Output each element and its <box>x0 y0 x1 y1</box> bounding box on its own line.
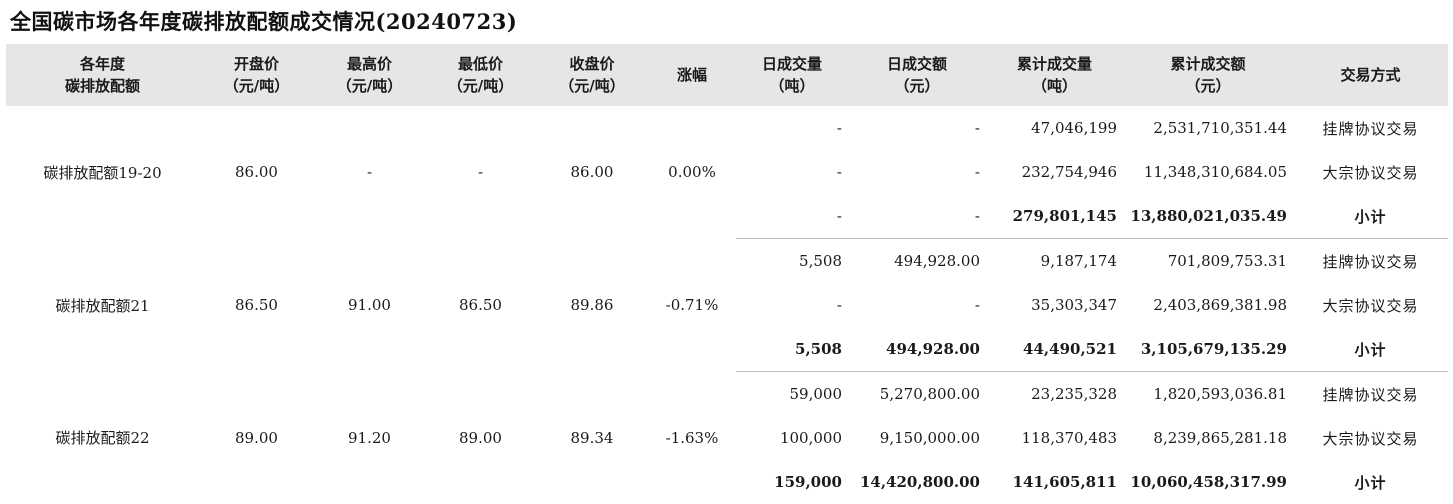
day-amount: - <box>848 106 986 150</box>
col-header-change: 涨幅 <box>648 44 736 106</box>
day-volume: - <box>736 106 848 150</box>
change-pct: 0.00% <box>648 106 736 239</box>
trade-method: 挂牌协议交易 <box>1293 372 1448 417</box>
cum-amount: 11,348,310,684.05 <box>1123 150 1293 194</box>
day-amount: 9,150,000.00 <box>848 416 986 460</box>
trade-method: 挂牌协议交易 <box>1293 239 1448 284</box>
col-header-close: 收盘价（元/吨） <box>536 44 648 106</box>
cum-amount: 10,060,458,317.99 <box>1123 460 1293 504</box>
col-header-quota: 各年度碳排放配额 <box>6 44 199 106</box>
day-volume: 5,508 <box>736 327 848 372</box>
col-header-high: 最高价（元/吨） <box>314 44 425 106</box>
cum-amount: 701,809,753.31 <box>1123 239 1293 284</box>
col-header-cum-amount: 累计成交额（元） <box>1123 44 1293 106</box>
cum-volume: 23,235,328 <box>986 372 1123 417</box>
table-row: 碳排放配额22 89.00 91.20 89.00 89.34 -1.63% 5… <box>6 372 1448 417</box>
trade-method: 大宗协议交易 <box>1293 283 1448 327</box>
col-header-low: 最低价（元/吨） <box>425 44 536 106</box>
day-volume: 159,000 <box>736 460 848 504</box>
low-price: - <box>425 106 536 239</box>
cum-amount: 2,531,710,351.44 <box>1123 106 1293 150</box>
day-amount: - <box>848 194 986 239</box>
day-amount: 5,270,800.00 <box>848 372 986 417</box>
change-pct: -1.63% <box>648 372 736 504</box>
col-header-day-volume: 日成交量（吨） <box>736 44 848 106</box>
open-price: 86.50 <box>199 239 314 372</box>
cum-volume: 9,187,174 <box>986 239 1123 284</box>
page-title: 全国碳市场各年度碳排放配额成交情况(20240723) <box>10 6 517 36</box>
cum-volume: 44,490,521 <box>986 327 1123 372</box>
cum-amount: 1,820,593,036.81 <box>1123 372 1293 417</box>
high-price: 91.00 <box>314 239 425 372</box>
col-header-open: 开盘价（元/吨） <box>199 44 314 106</box>
col-header-method: 交易方式 <box>1293 44 1448 106</box>
high-price: 91.20 <box>314 372 425 504</box>
open-price: 86.00 <box>199 106 314 239</box>
cum-volume: 47,046,199 <box>986 106 1123 150</box>
trade-method: 小计 <box>1293 327 1448 372</box>
day-volume: 59,000 <box>736 372 848 417</box>
high-price: - <box>314 106 425 239</box>
close-price: 89.34 <box>536 372 648 504</box>
change-pct: -0.71% <box>648 239 736 372</box>
header-row: 各年度碳排放配额 开盘价（元/吨） 最高价（元/吨） 最低价（元/吨） 收盘价（… <box>6 44 1448 106</box>
day-amount: 494,928.00 <box>848 327 986 372</box>
cum-amount: 2,403,869,381.98 <box>1123 283 1293 327</box>
day-volume: 5,508 <box>736 239 848 284</box>
col-header-cum-volume: 累计成交量（吨） <box>986 44 1123 106</box>
trade-method: 大宗协议交易 <box>1293 150 1448 194</box>
trade-method: 挂牌协议交易 <box>1293 106 1448 150</box>
table-row: 碳排放配额21 86.50 91.00 86.50 89.86 -0.71% 5… <box>6 239 1448 284</box>
low-price: 89.00 <box>425 372 536 504</box>
cum-volume: 141,605,811 <box>986 460 1123 504</box>
close-price: 86.00 <box>536 106 648 239</box>
col-header-day-amount: 日成交额（元） <box>848 44 986 106</box>
cum-amount: 13,880,021,035.49 <box>1123 194 1293 239</box>
cum-amount: 8,239,865,281.18 <box>1123 416 1293 460</box>
day-volume: 100,000 <box>736 416 848 460</box>
trade-method: 小计 <box>1293 460 1448 504</box>
cum-volume: 279,801,145 <box>986 194 1123 239</box>
cum-volume: 35,303,347 <box>986 283 1123 327</box>
trade-method: 大宗协议交易 <box>1293 416 1448 460</box>
day-amount: 14,420,800.00 <box>848 460 986 504</box>
cum-volume: 118,370,483 <box>986 416 1123 460</box>
open-price: 89.00 <box>199 372 314 504</box>
day-volume: - <box>736 283 848 327</box>
day-amount: 494,928.00 <box>848 239 986 284</box>
day-amount: - <box>848 150 986 194</box>
table-row: 碳排放配额19-20 86.00 - - 86.00 0.00% - - 47,… <box>6 106 1448 150</box>
cum-amount: 3,105,679,135.29 <box>1123 327 1293 372</box>
quota-name: 碳排放配额21 <box>6 239 199 372</box>
cum-volume: 232,754,946 <box>986 150 1123 194</box>
quota-trade-table: 各年度碳排放配额 开盘价（元/吨） 最高价（元/吨） 最低价（元/吨） 收盘价（… <box>6 44 1448 504</box>
day-volume: - <box>736 194 848 239</box>
quota-name: 碳排放配额22 <box>6 372 199 504</box>
table-header: 各年度碳排放配额 开盘价（元/吨） 最高价（元/吨） 最低价（元/吨） 收盘价（… <box>6 44 1448 106</box>
close-price: 89.86 <box>536 239 648 372</box>
day-volume: - <box>736 150 848 194</box>
table-body: 碳排放配额19-20 86.00 - - 86.00 0.00% - - 47,… <box>6 106 1448 504</box>
trade-method: 小计 <box>1293 194 1448 239</box>
quota-name: 碳排放配额19-20 <box>6 106 199 239</box>
low-price: 86.50 <box>425 239 536 372</box>
day-amount: - <box>848 283 986 327</box>
